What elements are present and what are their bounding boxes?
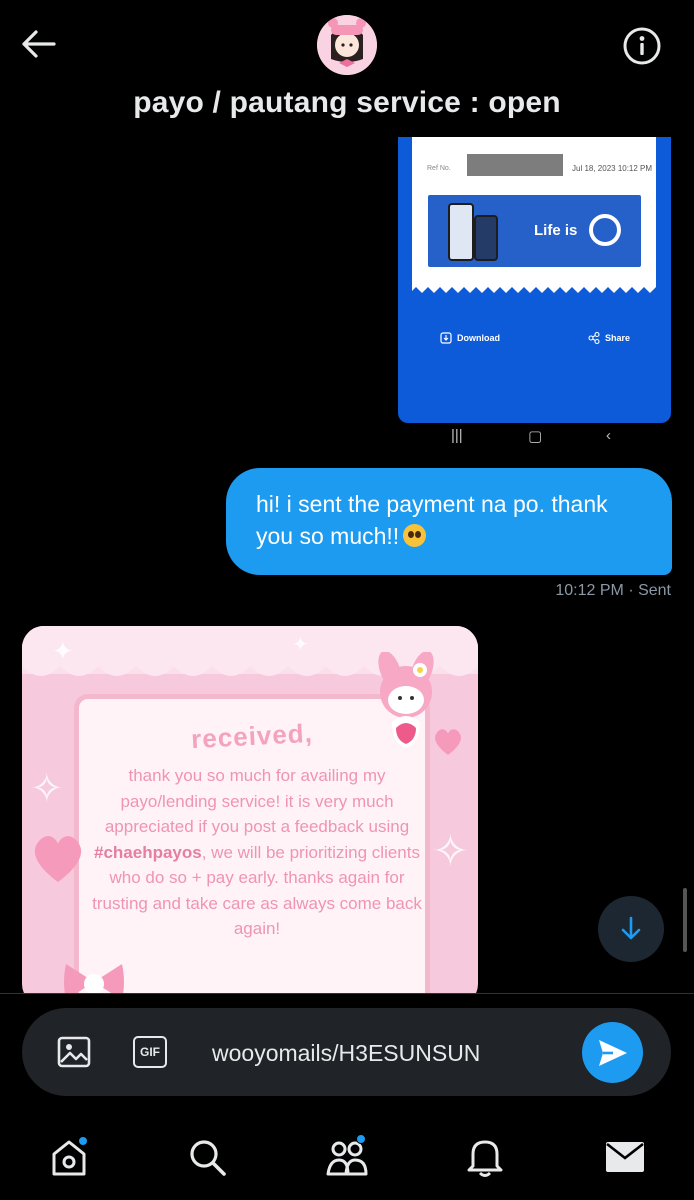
message-meta: 10:12 PM · Sent — [0, 582, 671, 600]
redacted-reference — [467, 154, 563, 176]
home-glyph: ▢ — [528, 428, 543, 445]
arrow-left-icon — [22, 30, 56, 58]
sparkle-icon: ✧ — [30, 767, 64, 811]
composer: GIF — [22, 1008, 671, 1096]
search-icon — [190, 1140, 226, 1176]
heart-icon — [34, 836, 82, 882]
phone-graphic — [448, 203, 474, 261]
receipt-banner: Life is — [428, 195, 641, 267]
receipt-share: Share — [588, 332, 630, 344]
arrow-down-icon — [621, 916, 641, 940]
receipt-download: Download — [440, 332, 500, 344]
add-image-button[interactable] — [56, 1034, 92, 1070]
messages-icon — [606, 1142, 644, 1172]
info-icon — [623, 27, 661, 65]
sent-message-bubble[interactable]: hi! i sent the payment na po. thank you … — [226, 468, 672, 575]
gcash-logo-icon — [589, 214, 621, 246]
communities-notification-dot — [356, 1134, 366, 1144]
notifications-icon — [467, 1140, 503, 1177]
heart-icon — [435, 729, 461, 755]
sent-receipt-image[interactable]: Ref No. Jul 18, 2023 10:12 PM Life is Do… — [398, 137, 671, 423]
send-button[interactable] — [582, 1022, 643, 1083]
received-body-part-1: thank you so much for availing my payo/l… — [104, 766, 410, 836]
sparkle-icon: ✦ — [292, 634, 309, 656]
message-input[interactable] — [212, 1036, 572, 1070]
receipt-android-nav: ||| ▢ ‹ — [398, 427, 671, 453]
back-glyph: ‹ — [606, 427, 611, 444]
sparkle-icon: ✧ — [432, 827, 469, 876]
scrollbar[interactable] — [683, 888, 687, 952]
nav-home[interactable] — [44, 1132, 94, 1182]
composer-bar: GIF — [0, 993, 694, 1110]
bottom-navigation — [0, 1110, 694, 1200]
receipt-date: Jul 18, 2023 10:12 PM — [572, 164, 653, 173]
back-button[interactable] — [16, 26, 60, 62]
page-title: payo / pautang service : open — [133, 86, 561, 119]
add-gif-button[interactable]: GIF — [132, 1034, 168, 1070]
nav-notifications[interactable] — [460, 1132, 510, 1182]
received-body: thank you so much for availing my payo/l… — [89, 763, 425, 942]
info-button[interactable] — [620, 24, 664, 68]
message-text: hi! i sent the payment na po. thank you … — [256, 491, 608, 549]
message-list[interactable]: Ref No. Jul 18, 2023 10:12 PM Life is Do… — [0, 137, 694, 993]
home-notification-dot — [78, 1136, 88, 1146]
share-icon — [588, 332, 600, 344]
message-time: 10:12 PM — [555, 582, 624, 599]
share-label: Share — [605, 333, 631, 343]
recents-glyph: ||| — [451, 427, 463, 444]
download-icon — [440, 332, 452, 344]
message-status: · Sent — [628, 582, 671, 599]
download-label: Download — [457, 333, 500, 343]
nav-messages[interactable] — [600, 1132, 650, 1182]
receipt-card: Ref No. Jul 18, 2023 10:12 PM Life is — [412, 137, 656, 285]
phone-graphic — [474, 215, 498, 261]
scroll-to-bottom-button[interactable] — [598, 896, 664, 962]
bow-sticker — [64, 964, 124, 993]
gif-icon: GIF — [133, 1036, 167, 1068]
image-icon — [57, 1036, 91, 1068]
nav-communities[interactable] — [322, 1132, 372, 1182]
receipt-zigzag-edge — [412, 285, 656, 293]
pleading-face-emoji — [403, 524, 427, 547]
conversation-header: payo / pautang service : open — [0, 0, 694, 137]
banner-text: Life is — [534, 222, 578, 239]
hashtag: #chaehpayos — [94, 842, 202, 862]
sparkle-icon: ✦ — [52, 636, 74, 666]
nav-search[interactable] — [182, 1132, 232, 1182]
received-image[interactable]: ✦ ✧ ✧ ✦ received, thank you so much for … — [22, 626, 478, 993]
avatar-illustration — [317, 15, 377, 75]
send-icon — [598, 1039, 627, 1066]
avatar[interactable] — [317, 15, 377, 75]
receipt-ref-label: Ref No. — [427, 165, 451, 172]
